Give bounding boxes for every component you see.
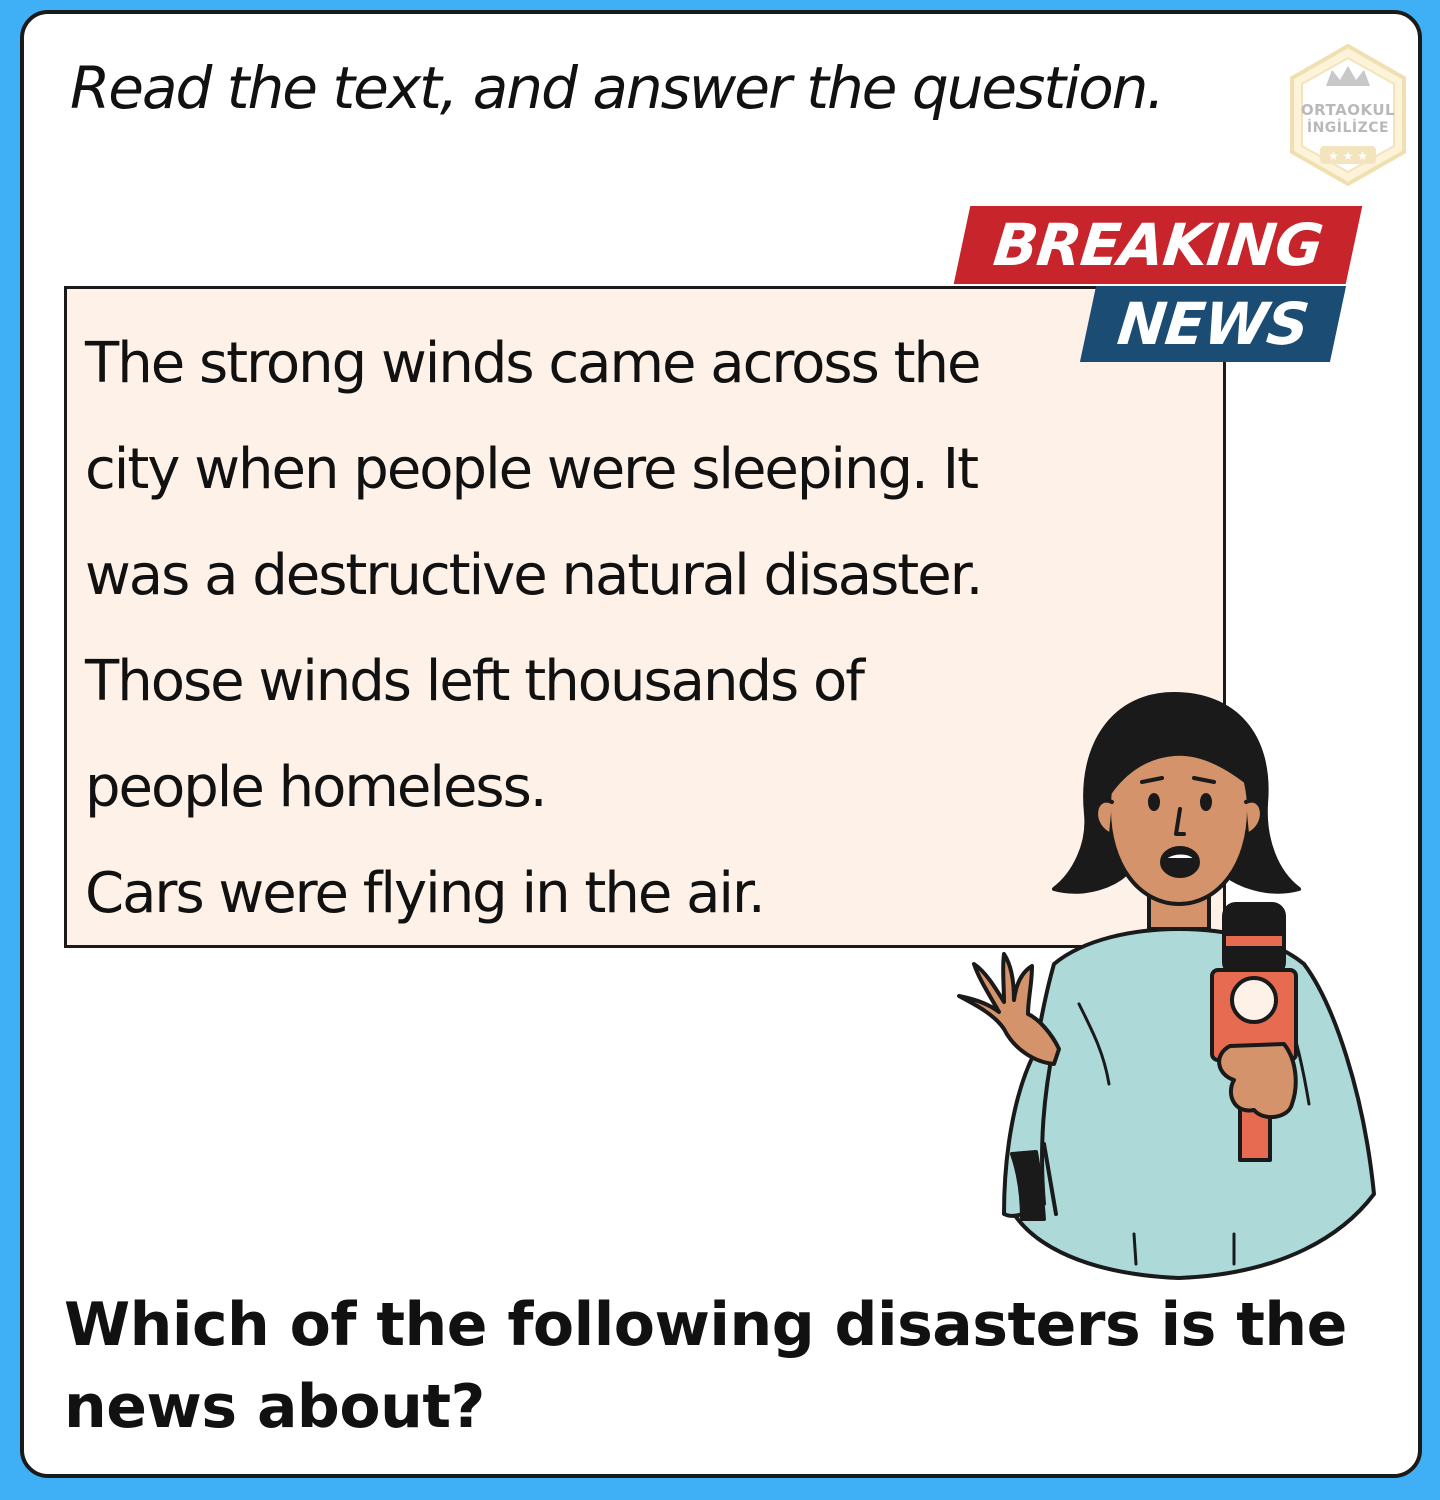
logo-word-2: İNGİLİZCE [1306, 120, 1390, 136]
passage-line-3: was a destructive natural disaster. [85, 543, 983, 608]
svg-text:★ ★ ★: ★ ★ ★ [1328, 149, 1368, 163]
breaking-text: BREAKING [990, 211, 1326, 279]
reporter-icon [957, 692, 1376, 1280]
worksheet-card: Read the text, and answer the question. … [20, 10, 1422, 1478]
question-text: Which of the following disasters is the … [64, 1290, 1347, 1442]
breaking-badge: BREAKING [953, 206, 1363, 284]
passage-line-2: city when people were sleeping. It [85, 437, 979, 502]
news-badge: NEWS [1079, 286, 1347, 362]
instruction-text: Read the text, and answer the question. [70, 54, 1165, 122]
logo-word-1: ORTAOKUL [1300, 101, 1396, 119]
news-reporter-illustration [904, 674, 1404, 1284]
passage-line-1: The strong winds came across the [85, 331, 981, 396]
news-text: NEWS [1114, 290, 1312, 358]
ortaokul-ingilizce-logo: ★ ★ ★ ORTAOKUL İNGİLİZCE [1286, 42, 1410, 188]
